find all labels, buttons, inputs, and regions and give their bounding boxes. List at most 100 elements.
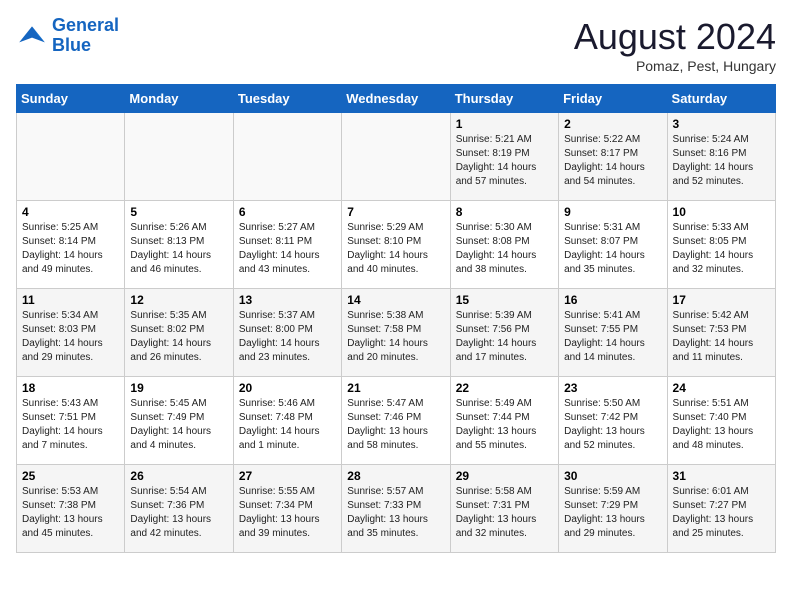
day-info: Sunrise: 5:24 AM Sunset: 8:16 PM Dayligh… (673, 133, 770, 189)
day-number: 10 (673, 205, 770, 219)
calendar-body: 1 Sunrise: 5:21 AM Sunset: 8:19 PM Daylig… (17, 113, 776, 553)
day-cell: 2Sunrise: 5:22 AM Sunset: 8:17 PM Daylig… (559, 113, 667, 201)
day-number: 20 (239, 381, 336, 395)
day-info: Sunrise: 5:49 AM Sunset: 7:44 PM Dayligh… (456, 397, 553, 453)
day-cell: 5 Sunrise: 5:26 AM Sunset: 8:13 PM Daylig… (125, 201, 233, 289)
page-header: General Blue August 2024 Pomaz, Pest, Hu… (16, 16, 776, 74)
header-row: SundayMondayTuesdayWednesdayThursdayFrid… (17, 85, 776, 113)
day-info: Sunrise: 5:38 AM Sunset: 7:58 PM Dayligh… (347, 309, 444, 365)
day-info: Sunrise: 5:58 AM Sunset: 7:31 PM Dayligh… (456, 485, 553, 541)
day-cell: 15 Sunrise: 5:39 AM Sunset: 7:56 PM Dayli… (450, 289, 558, 377)
day-number: 8 (456, 205, 553, 219)
day-number: 23 (564, 381, 661, 395)
logo-text: General Blue (52, 16, 119, 56)
day-cell: 11 Sunrise: 5:34 AM Sunset: 8:03 PM Dayli… (17, 289, 125, 377)
title-block: August 2024 Pomaz, Pest, Hungary (574, 16, 776, 74)
day-info: Sunrise: 5:46 AM Sunset: 7:48 PM Dayligh… (239, 397, 336, 453)
day-info: Sunrise: 5:26 AM Sunset: 8:13 PM Dayligh… (130, 221, 227, 277)
day-info: Sunrise: 5:54 AM Sunset: 7:36 PM Dayligh… (130, 485, 227, 541)
day-info: Sunrise: 5:25 AM Sunset: 8:14 PM Dayligh… (22, 221, 119, 277)
week-row-4: 25 Sunrise: 5:53 AM Sunset: 7:38 PM Dayli… (17, 465, 776, 553)
day-cell (125, 113, 233, 201)
day-info: Sunrise: 5:39 AM Sunset: 7:56 PM Dayligh… (456, 309, 553, 365)
day-number: 1 (456, 117, 553, 131)
day-cell: 19Sunrise: 5:45 AM Sunset: 7:49 PM Dayli… (125, 377, 233, 465)
day-cell: 14Sunrise: 5:38 AM Sunset: 7:58 PM Dayli… (342, 289, 450, 377)
day-cell: 24 Sunrise: 5:51 AM Sunset: 7:40 PM Dayli… (667, 377, 775, 465)
day-cell (342, 113, 450, 201)
week-row-2: 11 Sunrise: 5:34 AM Sunset: 8:03 PM Dayli… (17, 289, 776, 377)
day-cell: 26Sunrise: 5:54 AM Sunset: 7:36 PM Dayli… (125, 465, 233, 553)
day-info: Sunrise: 6:01 AM Sunset: 7:27 PM Dayligh… (673, 485, 770, 541)
day-cell: 13 Sunrise: 5:37 AM Sunset: 8:00 PM Dayli… (233, 289, 341, 377)
day-cell: 29 Sunrise: 5:58 AM Sunset: 7:31 PM Dayli… (450, 465, 558, 553)
day-number: 25 (22, 469, 119, 483)
day-cell: 9Sunrise: 5:31 AM Sunset: 8:07 PM Daylig… (559, 201, 667, 289)
day-info: Sunrise: 5:22 AM Sunset: 8:17 PM Dayligh… (564, 133, 661, 189)
day-cell: 17Sunrise: 5:42 AM Sunset: 7:53 PM Dayli… (667, 289, 775, 377)
day-info: Sunrise: 5:51 AM Sunset: 7:40 PM Dayligh… (673, 397, 770, 453)
day-number: 11 (22, 293, 119, 307)
logo: General Blue (16, 16, 119, 56)
day-info: Sunrise: 5:27 AM Sunset: 8:11 PM Dayligh… (239, 221, 336, 277)
day-number: 30 (564, 469, 661, 483)
day-info: Sunrise: 5:41 AM Sunset: 7:55 PM Dayligh… (564, 309, 661, 365)
header-day-friday: Friday (559, 85, 667, 113)
day-info: Sunrise: 5:55 AM Sunset: 7:34 PM Dayligh… (239, 485, 336, 541)
day-info: Sunrise: 5:37 AM Sunset: 8:00 PM Dayligh… (239, 309, 336, 365)
day-cell: 28 Sunrise: 5:57 AM Sunset: 7:33 PM Dayli… (342, 465, 450, 553)
day-cell: 25 Sunrise: 5:53 AM Sunset: 7:38 PM Dayli… (17, 465, 125, 553)
header-day-tuesday: Tuesday (233, 85, 341, 113)
header-day-monday: Monday (125, 85, 233, 113)
day-cell: 22 Sunrise: 5:49 AM Sunset: 7:44 PM Dayli… (450, 377, 558, 465)
day-number: 4 (22, 205, 119, 219)
day-cell: 23 Sunrise: 5:50 AM Sunset: 7:42 PM Dayli… (559, 377, 667, 465)
day-number: 16 (564, 293, 661, 307)
day-info: Sunrise: 5:30 AM Sunset: 8:08 PM Dayligh… (456, 221, 553, 277)
day-cell: 4 Sunrise: 5:25 AM Sunset: 8:14 PM Daylig… (17, 201, 125, 289)
day-info: Sunrise: 5:34 AM Sunset: 8:03 PM Dayligh… (22, 309, 119, 365)
day-info: Sunrise: 5:43 AM Sunset: 7:51 PM Dayligh… (22, 397, 119, 453)
day-info: Sunrise: 5:31 AM Sunset: 8:07 PM Dayligh… (564, 221, 661, 277)
day-number: 13 (239, 293, 336, 307)
day-number: 17 (673, 293, 770, 307)
calendar: SundayMondayTuesdayWednesdayThursdayFrid… (16, 84, 776, 553)
main-title: August 2024 (574, 16, 776, 58)
day-number: 22 (456, 381, 553, 395)
day-info: Sunrise: 5:50 AM Sunset: 7:42 PM Dayligh… (564, 397, 661, 453)
calendar-header: SundayMondayTuesdayWednesdayThursdayFrid… (17, 85, 776, 113)
day-number: 18 (22, 381, 119, 395)
day-cell: 12Sunrise: 5:35 AM Sunset: 8:02 PM Dayli… (125, 289, 233, 377)
day-cell: 31Sunrise: 6:01 AM Sunset: 7:27 PM Dayli… (667, 465, 775, 553)
header-day-thursday: Thursday (450, 85, 558, 113)
day-info: Sunrise: 5:53 AM Sunset: 7:38 PM Dayligh… (22, 485, 119, 541)
day-number: 5 (130, 205, 227, 219)
day-number: 24 (673, 381, 770, 395)
day-cell: 8 Sunrise: 5:30 AM Sunset: 8:08 PM Daylig… (450, 201, 558, 289)
logo-icon (16, 20, 48, 52)
day-cell: 10Sunrise: 5:33 AM Sunset: 8:05 PM Dayli… (667, 201, 775, 289)
day-number: 6 (239, 205, 336, 219)
week-row-3: 18 Sunrise: 5:43 AM Sunset: 7:51 PM Dayli… (17, 377, 776, 465)
day-cell (17, 113, 125, 201)
day-cell (233, 113, 341, 201)
week-row-1: 4 Sunrise: 5:25 AM Sunset: 8:14 PM Daylig… (17, 201, 776, 289)
day-number: 28 (347, 469, 444, 483)
header-day-wednesday: Wednesday (342, 85, 450, 113)
day-cell: 18 Sunrise: 5:43 AM Sunset: 7:51 PM Dayli… (17, 377, 125, 465)
day-cell: 7Sunrise: 5:29 AM Sunset: 8:10 PM Daylig… (342, 201, 450, 289)
day-cell: 21Sunrise: 5:47 AM Sunset: 7:46 PM Dayli… (342, 377, 450, 465)
day-cell: 20 Sunrise: 5:46 AM Sunset: 7:48 PM Dayli… (233, 377, 341, 465)
day-number: 29 (456, 469, 553, 483)
day-cell: 16 Sunrise: 5:41 AM Sunset: 7:55 PM Dayli… (559, 289, 667, 377)
subtitle: Pomaz, Pest, Hungary (574, 58, 776, 74)
day-info: Sunrise: 5:21 AM Sunset: 8:19 PM Dayligh… (456, 133, 553, 189)
day-info: Sunrise: 5:29 AM Sunset: 8:10 PM Dayligh… (347, 221, 444, 277)
day-info: Sunrise: 5:57 AM Sunset: 7:33 PM Dayligh… (347, 485, 444, 541)
day-info: Sunrise: 5:59 AM Sunset: 7:29 PM Dayligh… (564, 485, 661, 541)
day-cell: 27Sunrise: 5:55 AM Sunset: 7:34 PM Dayli… (233, 465, 341, 553)
day-number: 15 (456, 293, 553, 307)
day-number: 19 (130, 381, 227, 395)
week-row-0: 1 Sunrise: 5:21 AM Sunset: 8:19 PM Daylig… (17, 113, 776, 201)
header-day-sunday: Sunday (17, 85, 125, 113)
